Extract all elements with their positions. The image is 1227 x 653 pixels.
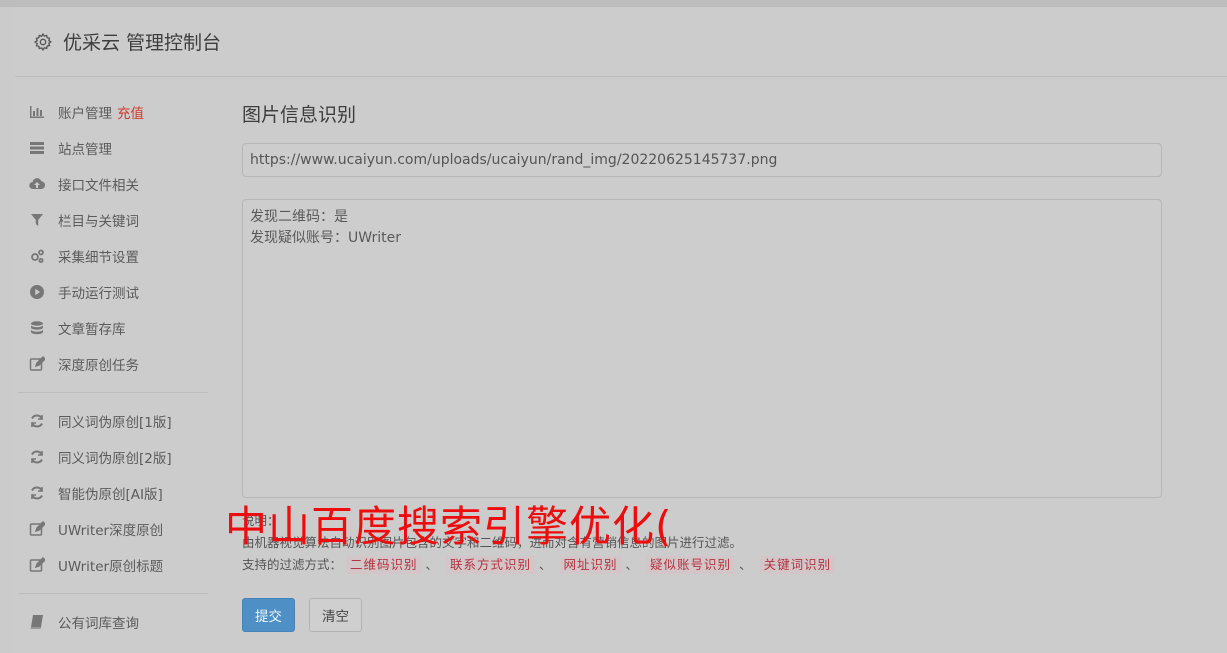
edit-icon xyxy=(28,520,46,538)
sidebar-item-synonym-v2[interactable]: 同义词伪原创[2版] xyxy=(18,439,208,475)
filter-separator: 、 xyxy=(739,557,752,572)
sidebar: 账户管理 充值 站点管理 接口文件相关 栏目与关键词 采集细节设置 手动运行测试 xyxy=(18,94,208,640)
filter-separator: 、 xyxy=(425,557,439,572)
sidebar-item-columns-keywords[interactable]: 栏目与关键词 xyxy=(18,202,208,238)
sidebar-item-synonym-v1[interactable]: 同义词伪原创[1版] xyxy=(18,403,208,439)
sidebar-item-label: 接口文件相关 xyxy=(58,178,139,194)
filter-tag: 关键词识别 xyxy=(759,556,836,574)
filter-separator: 、 xyxy=(539,557,552,572)
submit-button[interactable]: 提交 xyxy=(242,598,295,632)
sidebar-item-label: 手动运行测试 xyxy=(58,286,139,302)
sidebar-item-label: 同义词伪原创[2版] xyxy=(58,451,172,467)
action-buttons: 提交 清空 xyxy=(242,598,1162,632)
sidebar-item-label: 采集细节设置 xyxy=(58,250,139,266)
page-title: 优采云 管理控制台 xyxy=(63,32,222,54)
sidebar-item-uwriter-title[interactable]: UWriter原创标题 xyxy=(18,547,208,583)
result-line: 发现二维码：是 xyxy=(250,209,348,225)
sidebar-item-label: UWriter原创标题 xyxy=(58,559,164,575)
cogs-icon xyxy=(28,247,46,265)
description-label: 说明： xyxy=(242,513,280,528)
sidebar-item-label: 同义词伪原创[1版] xyxy=(58,415,172,431)
filter-tag: 联系方式识别 xyxy=(446,556,536,574)
browser-top-strip xyxy=(0,0,1227,7)
database-icon xyxy=(28,319,46,337)
bar-chart-icon xyxy=(28,103,46,121)
result-line: 发现疑似账号：UWriter xyxy=(250,230,401,246)
gear-icon xyxy=(33,32,53,51)
filter-icon xyxy=(28,211,46,229)
main-content: 图片信息识别 发现二维码：是 发现疑似账号：UWriter 说明： 由机器视觉算… xyxy=(242,100,1162,632)
filter-methods-label: 支持的过滤方式： xyxy=(242,557,343,572)
sidebar-item-ai-rewrite[interactable]: 智能伪原创[AI版] xyxy=(18,475,208,511)
edit-icon xyxy=(28,556,46,574)
filter-separator: 、 xyxy=(625,557,639,572)
sidebar-item-deep-original[interactable]: 深度原创任务 xyxy=(18,346,208,382)
sidebar-item-article-storage[interactable]: 文章暂存库 xyxy=(18,310,208,346)
sidebar-item-interface-files[interactable]: 接口文件相关 xyxy=(18,166,208,202)
page-header: 优采云 管理控制台 xyxy=(15,7,1227,77)
refresh-icon xyxy=(28,448,46,466)
recharge-link[interactable]: 充值 xyxy=(117,102,144,122)
filter-tag: 网址识别 xyxy=(559,556,622,574)
description-text: 由机器视觉算法自动识别图片包含的文字和二维码，进而对含有营销信息的图片进行过滤。 xyxy=(242,535,743,550)
section-heading: 图片信息识别 xyxy=(242,104,357,126)
sidebar-divider xyxy=(18,593,208,594)
sidebar-item-label: 智能伪原创[AI版] xyxy=(58,487,163,503)
book-icon xyxy=(28,613,46,631)
sidebar-item-account[interactable]: 账户管理 充值 xyxy=(18,94,208,130)
filter-tag: 疑似账号识别 xyxy=(646,556,736,574)
server-icon xyxy=(28,139,46,157)
description-block: 说明： 由机器视觉算法自动识别图片包含的文字和二维码，进而对含有营销信息的图片进… xyxy=(242,510,1162,576)
sidebar-item-uwriter-deep[interactable]: UWriter深度原创 xyxy=(18,511,208,547)
refresh-icon xyxy=(28,484,46,502)
clear-button[interactable]: 清空 xyxy=(309,598,362,632)
sidebar-item-label: 站点管理 xyxy=(58,142,112,158)
refresh-icon xyxy=(28,412,46,430)
sidebar-item-manual-test[interactable]: 手动运行测试 xyxy=(18,274,208,310)
sidebar-item-public-lexicon[interactable]: 公有词库查询 xyxy=(18,604,208,640)
edit-icon xyxy=(28,355,46,373)
play-circle-icon xyxy=(28,283,46,301)
sidebar-item-label: 深度原创任务 xyxy=(58,358,139,374)
cloud-upload-icon xyxy=(28,175,46,193)
sidebar-item-label: 账户管理 xyxy=(58,106,112,122)
result-textarea[interactable]: 发现二维码：是 发现疑似账号：UWriter xyxy=(242,199,1162,498)
sidebar-item-sites[interactable]: 站点管理 xyxy=(18,130,208,166)
image-url-input[interactable] xyxy=(242,143,1162,177)
filter-methods-line: 支持的过滤方式： 二维码识别、 联系方式识别、 网址识别、 疑似账号识别、 关键… xyxy=(242,554,1162,576)
sidebar-item-label: 栏目与关键词 xyxy=(58,214,139,230)
sidebar-item-label: UWriter深度原创 xyxy=(58,523,164,539)
sidebar-item-label: 公有词库查询 xyxy=(58,616,139,632)
sidebar-item-collect-settings[interactable]: 采集细节设置 xyxy=(18,238,208,274)
filter-tag: 二维码识别 xyxy=(346,556,422,574)
sidebar-item-label: 文章暂存库 xyxy=(58,322,126,338)
sidebar-divider xyxy=(18,392,208,393)
